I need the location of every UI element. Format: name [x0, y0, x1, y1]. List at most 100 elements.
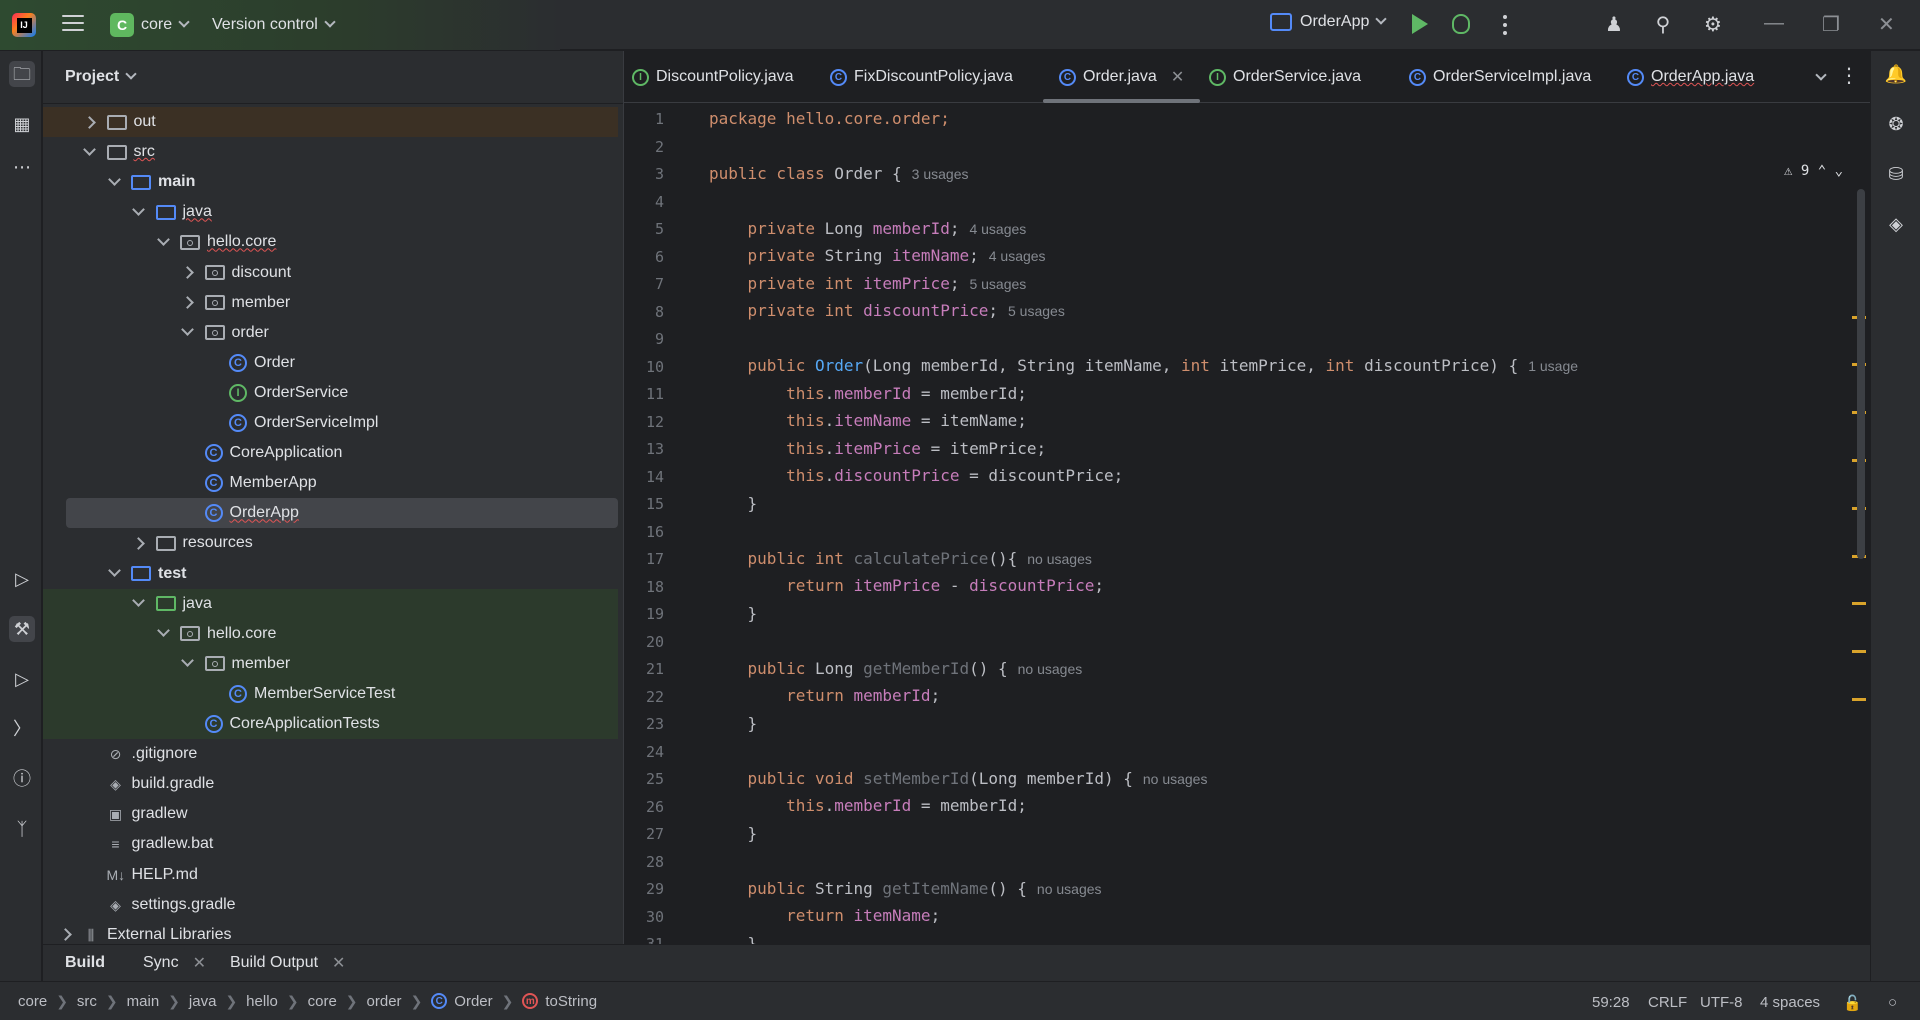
close-tab-icon[interactable]: ✕: [1171, 67, 1184, 87]
intellij-logo-icon[interactable]: IJ: [12, 13, 36, 37]
tree-item[interactable]: I OrderService: [43, 378, 618, 408]
memory-indicator-icon[interactable]: ○: [1888, 994, 1897, 1011]
code-area[interactable]: ⚠ 9 ⌃ ⌄ package hello.core.order; public…: [624, 104, 1866, 953]
file-encoding[interactable]: UTF-8: [1700, 994, 1743, 1011]
editor-tab[interactable]: I OrderService.java: [1209, 51, 1361, 103]
close-icon[interactable]: ✕: [332, 953, 345, 973]
chevron-down-icon[interactable]: [181, 657, 195, 671]
chevron-right-icon[interactable]: [181, 266, 195, 280]
line-number[interactable]: 7: [624, 275, 664, 293]
line-number[interactable]: 14: [624, 468, 664, 486]
usages-hint[interactable]: no usages: [1027, 551, 1092, 567]
breadcrumb-item[interactable]: toString: [545, 993, 597, 1010]
build-output-tab[interactable]: Build Output: [230, 954, 318, 972]
chevron-down-icon[interactable]: [181, 326, 195, 340]
chevron-down-icon[interactable]: [107, 175, 121, 189]
restore-window-icon[interactable]: ❐: [1822, 12, 1840, 37]
run-tool-icon[interactable]: ▷: [9, 666, 35, 692]
editor-tab[interactable]: C FixDiscountPolicy.java: [830, 51, 1013, 103]
line-number[interactable]: 19: [624, 605, 664, 623]
breadcrumb-item[interactable]: main: [127, 993, 160, 1010]
tree-item[interactable]: C MemberServiceTest: [43, 678, 618, 709]
warning-mark[interactable]: [1852, 650, 1866, 653]
warning-mark[interactable]: [1852, 602, 1866, 605]
line-number[interactable]: 13: [624, 440, 664, 458]
read-only-lock-icon[interactable]: 🔓: [1843, 994, 1862, 1012]
debug-icon[interactable]: [1452, 14, 1470, 34]
line-number[interactable]: 18: [624, 578, 664, 596]
breadcrumb-item[interactable]: order: [367, 993, 402, 1010]
more-actions-icon[interactable]: [1503, 15, 1507, 39]
line-number[interactable]: 28: [624, 853, 664, 871]
chevron-right-icon[interactable]: [181, 296, 195, 310]
breadcrumb-item[interactable]: hello: [246, 993, 278, 1010]
line-number[interactable]: 17: [624, 550, 664, 568]
chevron-right-icon[interactable]: [83, 115, 97, 129]
add-user-icon[interactable]: ♟: [1602, 13, 1626, 37]
settings-gear-icon[interactable]: ⚙: [1701, 13, 1725, 37]
tree-item[interactable]: member: [43, 648, 618, 679]
tree-item[interactable]: ◈ settings.gradle: [43, 890, 618, 920]
tab-list-chevron-icon[interactable]: [1815, 69, 1827, 81]
editor-tab[interactable]: I DiscountPolicy.java: [632, 51, 794, 103]
line-number[interactable]: 24: [624, 743, 664, 761]
editor-tab[interactable]: C OrderServiceImpl.java: [1409, 51, 1591, 103]
tree-item[interactable]: discount: [43, 258, 618, 288]
tree-item[interactable]: resources: [43, 528, 618, 558]
line-number[interactable]: 16: [624, 523, 664, 541]
chevron-right-icon[interactable]: [58, 928, 72, 942]
line-number[interactable]: 25: [624, 770, 664, 788]
indent-setting[interactable]: 4 spaces: [1760, 994, 1820, 1011]
line-number[interactable]: 3: [624, 165, 664, 183]
project-switcher[interactable]: core: [141, 16, 190, 34]
git-branch-icon[interactable]: ᛉ: [9, 816, 35, 842]
line-number[interactable]: 27: [624, 825, 664, 843]
tree-item[interactable]: test: [43, 559, 618, 589]
usages-hint[interactable]: 5 usages: [969, 276, 1026, 292]
line-number[interactable]: 11: [624, 385, 664, 403]
line-number[interactable]: 6: [624, 248, 664, 266]
tree-item[interactable]: ≡ gradlew.bat: [43, 829, 618, 859]
line-number[interactable]: 30: [624, 908, 664, 926]
warning-mark[interactable]: [1852, 698, 1866, 701]
tab-actions-icon[interactable]: ⋮: [1839, 63, 1859, 88]
notifications-bell-icon[interactable]: 🔔: [1883, 61, 1909, 87]
line-number[interactable]: 8: [624, 303, 664, 321]
tree-item[interactable]: java: [43, 197, 618, 227]
ai-assistant-icon[interactable]: ❂: [1883, 111, 1909, 137]
usages-hint[interactable]: no usages: [1037, 881, 1102, 897]
structure-icon[interactable]: ▦: [9, 111, 35, 137]
tree-item[interactable]: java: [43, 588, 618, 619]
tree-item[interactable]: src: [43, 137, 618, 167]
editor-tab[interactable]: C OrderApp.java: [1627, 51, 1754, 103]
chevron-down-icon[interactable]: [156, 627, 170, 641]
build-hammer-icon[interactable]: ⚒: [9, 616, 35, 642]
caret-position[interactable]: 59:28: [1592, 994, 1630, 1011]
usages-hint[interactable]: 1 usage: [1528, 358, 1578, 374]
tree-item[interactable]: C CoreApplicationTests: [43, 709, 618, 739]
editor-tab[interactable]: C Order.java ✕: [1042, 51, 1201, 103]
usages-hint[interactable]: 3 usages: [912, 166, 969, 182]
line-number[interactable]: 4: [624, 193, 664, 211]
tree-item[interactable]: C CoreApplication: [43, 438, 618, 468]
minimize-window-icon[interactable]: —: [1764, 12, 1784, 35]
close-icon[interactable]: ✕: [193, 953, 206, 973]
usages-hint[interactable]: 4 usages: [969, 221, 1026, 237]
chevron-right-icon[interactable]: [132, 536, 146, 550]
version-control-menu[interactable]: Version control: [212, 16, 336, 34]
build-tab[interactable]: Build: [65, 954, 105, 972]
usages-hint[interactable]: no usages: [1018, 661, 1083, 677]
line-number[interactable]: 21: [624, 660, 664, 678]
line-number[interactable]: 26: [624, 798, 664, 816]
line-number[interactable]: 10: [624, 358, 664, 376]
line-number[interactable]: 22: [624, 688, 664, 706]
tree-item[interactable]: order: [43, 318, 618, 348]
gradle-elephant-icon[interactable]: ◈: [1883, 211, 1909, 237]
breadcrumb-item[interactable]: Order: [454, 993, 492, 1010]
tree-item[interactable]: hello.core: [43, 618, 618, 649]
editor-scrollbar[interactable]: [1857, 189, 1865, 559]
tree-item[interactable]: main: [43, 167, 618, 197]
tree-item[interactable]: member: [43, 288, 618, 318]
database-icon[interactable]: ⛁: [1883, 161, 1909, 187]
problems-icon[interactable]: ⓘ: [9, 766, 35, 792]
